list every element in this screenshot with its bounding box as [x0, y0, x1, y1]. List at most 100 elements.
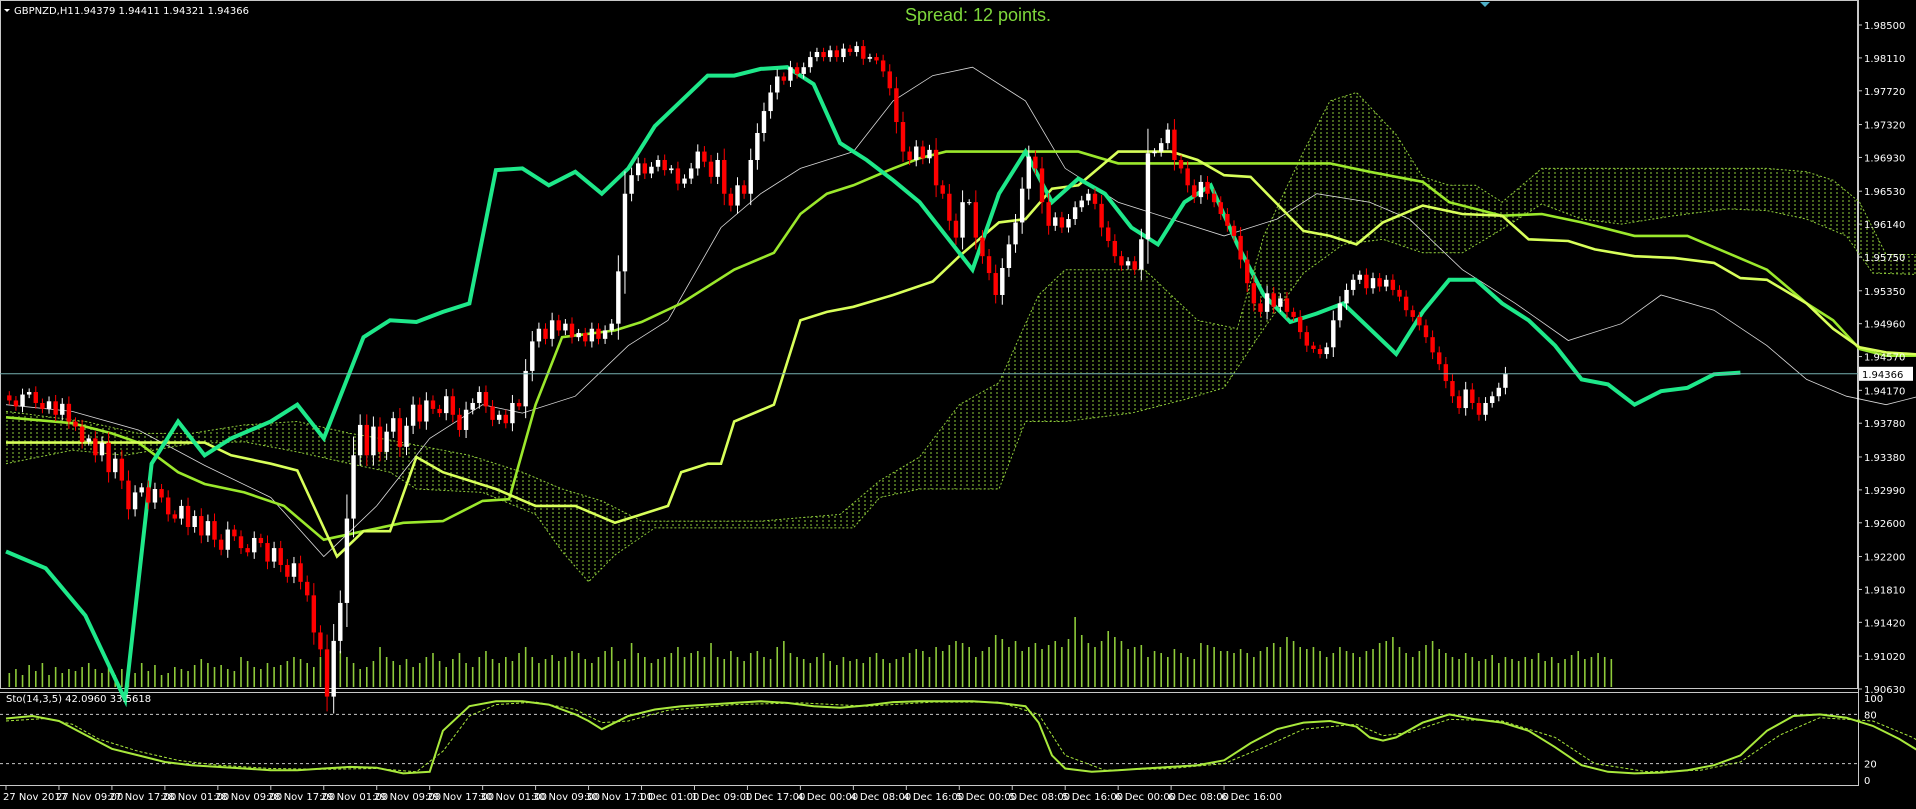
candle-body [735, 185, 740, 206]
candle-body [715, 159, 720, 177]
candle-body [722, 159, 727, 194]
candle-body [265, 543, 270, 562]
candle-body [695, 151, 700, 169]
candle-body [1271, 293, 1276, 307]
price-tick-label: 1.94960 [1864, 320, 1905, 331]
cloud-fill [6, 92, 1916, 582]
candle-body [298, 563, 303, 582]
candle-body [26, 392, 32, 395]
candle-body [596, 328, 601, 339]
symbol-dropdown-icon[interactable] [4, 9, 10, 12]
candle-body [827, 50, 833, 58]
candle-body [1185, 168, 1190, 186]
candle-body [324, 649, 330, 697]
candle-body [1264, 293, 1270, 312]
candle-body [1165, 129, 1170, 144]
candle-body [86, 438, 91, 442]
candle-body [973, 202, 979, 238]
price-tick-label: 1.93380 [1864, 453, 1905, 464]
candle-body [1092, 193, 1098, 204]
candle-body [1231, 225, 1237, 236]
time-tick-label: 5 Dec 08:00 [1009, 792, 1070, 803]
candle-body [1099, 203, 1104, 228]
candle-body [1331, 320, 1336, 348]
candle-body [986, 256, 992, 274]
shift-marker-icon[interactable] [1480, 2, 1490, 7]
candle-body [357, 424, 363, 456]
candle-body [1357, 274, 1362, 280]
candle-body [1238, 235, 1243, 260]
candle-body [728, 193, 734, 206]
candle-body [874, 57, 879, 61]
stoch-signal-line [5, 701, 1916, 773]
candlesticks [7, 39, 1508, 714]
candle-body [496, 414, 502, 420]
time-tick-label: 6 Dec 08:00 [1168, 792, 1229, 803]
candle-body [1450, 381, 1455, 397]
candle-body [33, 392, 38, 403]
candle-body [1456, 396, 1462, 409]
time-tick-label: 1 Dec 17:00 [744, 792, 805, 803]
candle-body [20, 394, 25, 407]
candle-body [821, 51, 826, 58]
candle-body [430, 400, 436, 409]
price-tick-label: 1.90630 [1864, 685, 1905, 696]
candle-body [1178, 159, 1184, 169]
candle-body [536, 328, 542, 342]
candle-body [1059, 217, 1065, 228]
price-tick-label: 1.96930 [1864, 153, 1905, 164]
candle-body [880, 60, 886, 72]
candle-body [1139, 239, 1144, 270]
candle-body [967, 202, 972, 204]
candle-body [1489, 396, 1495, 403]
candle-body [1337, 303, 1343, 321]
candle-body [907, 151, 912, 160]
candle-body [914, 146, 919, 160]
candle-body [152, 489, 158, 503]
candle-body [1344, 289, 1349, 304]
time-tick-label: 6 Dec 00:00 [1115, 792, 1176, 803]
candle-body [1192, 185, 1197, 198]
candle-body [238, 536, 244, 549]
candle-body [199, 516, 204, 536]
candle-body [927, 149, 932, 159]
main-window-frame [0, 0, 1858, 689]
candle-body [13, 400, 19, 407]
time-tick-label: 6 Dec 16:00 [1221, 792, 1282, 803]
price-tick-label: 1.96140 [1864, 220, 1905, 231]
candle-body [397, 418, 403, 447]
ichimoku-cloud [5, 91, 1916, 583]
candle-body [1496, 387, 1501, 397]
candle-body [46, 401, 52, 409]
candle-body [867, 57, 873, 59]
candle-body [1218, 202, 1223, 214]
candle-body [410, 404, 416, 426]
candle-body [642, 163, 648, 174]
candle-body [1112, 240, 1118, 257]
candle-body [980, 237, 985, 257]
candle-body [530, 341, 535, 371]
candle-body [953, 220, 959, 238]
candle-body [93, 438, 98, 456]
chart-area[interactable]: 10080200 1.985001.981101.977201.973201.9… [0, 0, 1916, 809]
candle-body [947, 193, 952, 221]
candle-body [841, 48, 846, 58]
price-tick-label: 1.92200 [1864, 553, 1905, 564]
chikou-span-line [5, 65, 1741, 708]
candle-body [768, 92, 773, 112]
candle-body [1079, 200, 1084, 208]
candle-body [556, 320, 561, 331]
candle-body [516, 402, 522, 407]
candle-body [1284, 298, 1290, 312]
candle-body [391, 418, 396, 432]
candle-body [702, 151, 707, 162]
candle-body [543, 328, 548, 339]
candle-body [192, 516, 197, 528]
candle-body [1377, 278, 1382, 287]
candle-body [1258, 303, 1263, 312]
candle-body [364, 424, 369, 456]
candle-body [741, 185, 747, 194]
price-tick-label: 1.92600 [1864, 519, 1905, 530]
candle-body [788, 67, 793, 81]
candle-body [291, 563, 297, 577]
